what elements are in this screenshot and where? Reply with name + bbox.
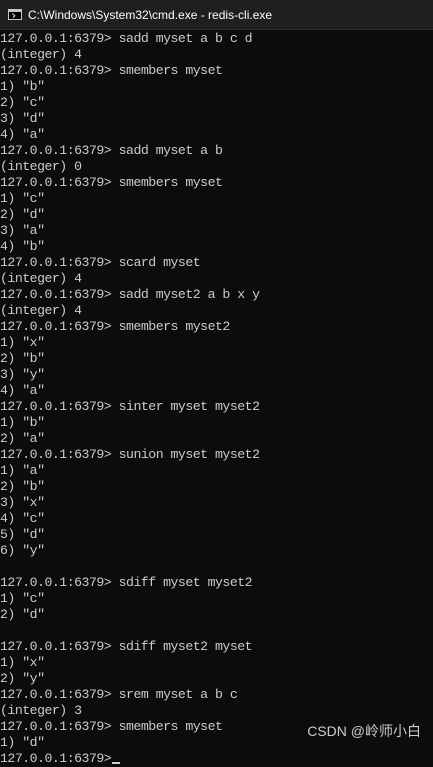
terminal-line-text: 5) "d" [0, 527, 45, 542]
terminal-line-text: 2) "d" [0, 207, 45, 222]
terminal-line-text: (integer) 4 [0, 271, 82, 286]
terminal-line-text: 127.0.0.1:6379> sinter myset myset2 [0, 399, 260, 414]
terminal-line: 4) "b" [0, 239, 433, 255]
terminal-line: 1) "b" [0, 79, 433, 95]
terminal-line: 6) "y" [0, 543, 433, 559]
terminal-line: 2) "c" [0, 95, 433, 111]
terminal-line: (integer) 4 [0, 271, 433, 287]
terminal-line-text: 127.0.0.1:6379> smembers myset [0, 175, 223, 190]
terminal-line-text: 2) "a" [0, 431, 45, 446]
terminal-line-text: 127.0.0.1:6379> sadd myset a b [0, 143, 223, 158]
terminal-line-text: 1) "d" [0, 735, 45, 750]
terminal-line: 2) "d" [0, 607, 433, 623]
window-title: C:\Windows\System32\cmd.exe - redis-cli.… [28, 7, 273, 22]
terminal-line: 127.0.0.1:6379> sadd myset a b [0, 143, 433, 159]
terminal-line-text: 127.0.0.1:6379> sdiff myset2 myset [0, 639, 253, 654]
terminal-line: 3) "y" [0, 367, 433, 383]
terminal-line: 1) "x" [0, 655, 433, 671]
terminal-line: 127.0.0.1:6379> sdiff myset2 myset [0, 639, 433, 655]
terminal-line-text: (integer) 3 [0, 703, 82, 718]
terminal-line: 3) "x" [0, 495, 433, 511]
terminal-line-text: 127.0.0.1:6379> smembers myset [0, 63, 223, 78]
cmd-icon [8, 9, 22, 20]
terminal-line: 127.0.0.1:6379> sunion myset myset2 [0, 447, 433, 463]
terminal-line: 127.0.0.1:6379> sadd myset2 a b x y [0, 287, 433, 303]
terminal-line: 3) "d" [0, 111, 433, 127]
terminal-line: 3) "a" [0, 223, 433, 239]
terminal-line: 2) "y" [0, 671, 433, 687]
terminal-line-text: 127.0.0.1:6379> sadd myset a b c d [0, 31, 253, 46]
terminal-line-text: 1) "c" [0, 591, 45, 606]
terminal-line-text: 1) "a" [0, 463, 45, 478]
terminal-line-text: (integer) 0 [0, 159, 82, 174]
terminal-line-text: 2) "b" [0, 479, 45, 494]
terminal-line: 1) "a" [0, 463, 433, 479]
terminal-line-text: 3) "d" [0, 111, 45, 126]
terminal-line-text: 1) "b" [0, 415, 45, 430]
terminal-line-text: 4) "a" [0, 127, 45, 142]
terminal-line-text: 127.0.0.1:6379> smembers myset2 [0, 319, 230, 334]
terminal-line-text: 2) "b" [0, 351, 45, 366]
terminal-line-text: 127.0.0.1:6379> smembers myset [0, 719, 223, 734]
terminal-line: 2) "b" [0, 479, 433, 495]
terminal-line-text: (integer) 4 [0, 47, 82, 62]
terminal-line: 2) "b" [0, 351, 433, 367]
terminal-line-text: 2) "c" [0, 95, 45, 110]
terminal-line-text: 4) "c" [0, 511, 45, 526]
terminal-line: 127.0.0.1:6379> [0, 751, 433, 767]
terminal-line: 4) "a" [0, 127, 433, 143]
watermark: CSDN @岭师小白 [307, 723, 421, 739]
terminal-line-text: 127.0.0.1:6379> sadd myset2 a b x y [0, 287, 260, 302]
terminal-line: 5) "d" [0, 527, 433, 543]
terminal-line: 1) "x" [0, 335, 433, 351]
terminal-line: 127.0.0.1:6379> scard myset [0, 255, 433, 271]
terminal-line: (integer) 4 [0, 303, 433, 319]
terminal-line: (integer) 4 [0, 47, 433, 63]
terminal-line: 4) "a" [0, 383, 433, 399]
terminal-line: 127.0.0.1:6379> srem myset a b c [0, 687, 433, 703]
terminal-line-text: 6) "y" [0, 543, 45, 558]
terminal-line-text: 127.0.0.1:6379> sdiff myset myset2 [0, 575, 253, 590]
terminal-line-text: 127.0.0.1:6379> scard myset [0, 255, 201, 270]
terminal-line-text: 127.0.0.1:6379> [0, 751, 112, 766]
terminal-line-text: 3) "y" [0, 367, 45, 382]
terminal-line: 127.0.0.1:6379> sdiff myset myset2 [0, 575, 433, 591]
terminal-line: (integer) 0 [0, 159, 433, 175]
terminal-line: 1) "c" [0, 591, 433, 607]
terminal-line: 127.0.0.1:6379> sadd myset a b c d [0, 31, 433, 47]
terminal-line: (integer) 3 [0, 703, 433, 719]
terminal-line-text: 3) "x" [0, 495, 45, 510]
terminal-line: 127.0.0.1:6379> smembers myset [0, 175, 433, 191]
terminal-line-text: (integer) 4 [0, 303, 82, 318]
terminal-line: 1) "b" [0, 415, 433, 431]
terminal-line-text: 1) "x" [0, 655, 45, 670]
text-cursor [112, 762, 121, 764]
terminal-line-text: 4) "b" [0, 239, 45, 254]
terminal-line-text: 4) "a" [0, 383, 45, 398]
terminal-line-text: 1) "c" [0, 191, 45, 206]
terminal-line-text: 2) "d" [0, 607, 45, 622]
terminal-line-text: 3) "a" [0, 223, 45, 238]
terminal-line: 1) "c" [0, 191, 433, 207]
terminal-line-text: 127.0.0.1:6379> srem myset a b c [0, 687, 238, 702]
terminal-line: 127.0.0.1:6379> sinter myset myset2 [0, 399, 433, 415]
terminal-output[interactable]: 127.0.0.1:6379> sadd myset a b c d (integ… [0, 31, 433, 766]
terminal-line-text: 1) "b" [0, 79, 45, 94]
window-title-bar[interactable]: C:\Windows\System32\cmd.exe - redis-cli.… [0, 0, 433, 30]
terminal-line: 127.0.0.1:6379> smembers myset [0, 63, 433, 79]
terminal-line: 2) "d" [0, 207, 433, 223]
terminal-line: 4) "c" [0, 511, 433, 527]
terminal-line-text: 1) "x" [0, 335, 45, 350]
terminal-line: 2) "a" [0, 431, 433, 447]
terminal-line-text: 2) "y" [0, 671, 45, 686]
terminal-line: 127.0.0.1:6379> smembers myset2 [0, 319, 433, 335]
terminal-line-text: 127.0.0.1:6379> sunion myset myset2 [0, 447, 260, 462]
